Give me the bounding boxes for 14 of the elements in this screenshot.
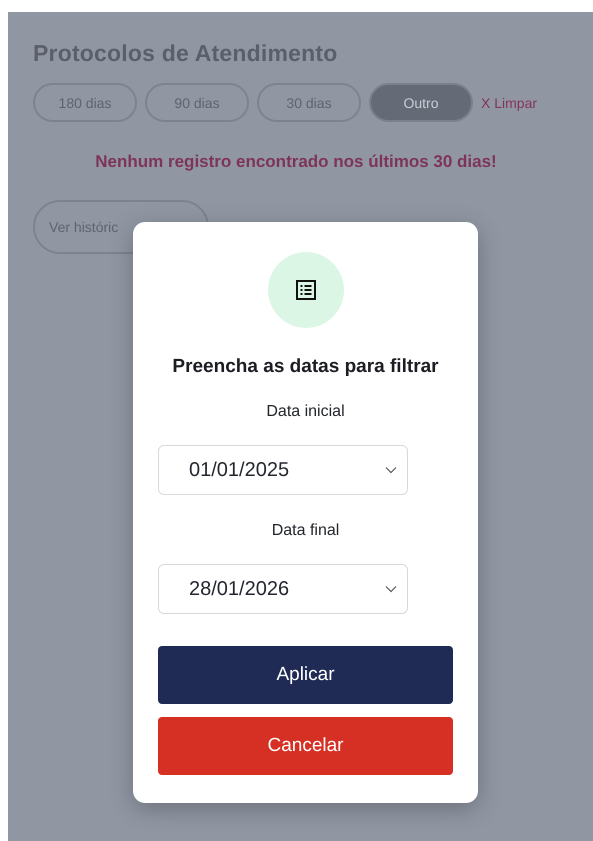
period-filter-chip[interactable]: Outro	[369, 83, 473, 122]
cancel-button[interactable]: Cancelar	[158, 717, 453, 775]
date-label: Data inicial	[266, 403, 345, 421]
modal-title: Preencha as datas para filtrar	[172, 356, 439, 378]
date-label: Data final	[272, 522, 340, 540]
apply-button[interactable]: Aplicar	[158, 646, 453, 704]
list-icon	[296, 280, 316, 300]
clear-filter-link[interactable]: X Limpar	[481, 94, 538, 110]
date-select[interactable]: 01/01/2025	[158, 445, 408, 495]
date-select[interactable]: 28/01/2026	[158, 564, 408, 614]
empty-message: Nenhum registro encontrado nos últimos 30 dias!	[94, 152, 498, 172]
page-title: Protocolos de Atendimento	[33, 40, 338, 67]
chevron-down-icon	[385, 585, 397, 593]
chevron-down-icon	[385, 466, 397, 474]
